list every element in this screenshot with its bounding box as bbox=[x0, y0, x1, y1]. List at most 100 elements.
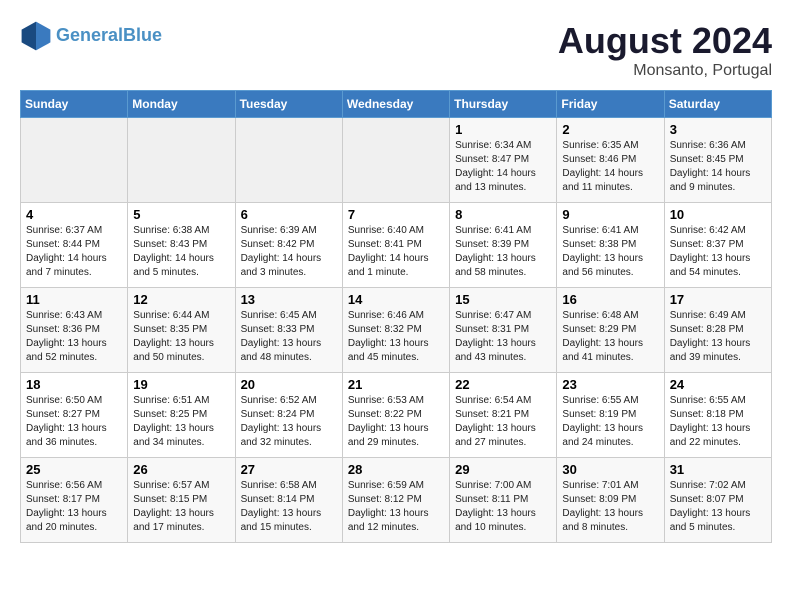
day-of-week-header: Monday bbox=[128, 91, 235, 118]
day-info: Sunrise: 6:41 AM Sunset: 8:39 PM Dayligh… bbox=[455, 224, 551, 280]
calendar-cell: 20 Sunrise: 6:52 AM Sunset: 8:24 PM Dayli… bbox=[235, 373, 342, 458]
day-number: 14 bbox=[348, 292, 444, 307]
day-number: 30 bbox=[562, 462, 658, 477]
day-info: Sunrise: 6:41 AM Sunset: 8:38 PM Dayligh… bbox=[562, 224, 658, 280]
day-info: Sunrise: 6:34 AM Sunset: 8:47 PM Dayligh… bbox=[455, 139, 551, 195]
calendar-cell: 24 Sunrise: 6:55 AM Sunset: 8:18 PM Dayli… bbox=[664, 373, 771, 458]
calendar-cell: 14 Sunrise: 6:46 AM Sunset: 8:32 PM Dayli… bbox=[342, 288, 449, 373]
calendar-cell: 17 Sunrise: 6:49 AM Sunset: 8:28 PM Dayli… bbox=[664, 288, 771, 373]
day-info: Sunrise: 6:42 AM Sunset: 8:37 PM Dayligh… bbox=[670, 224, 766, 280]
day-number: 2 bbox=[562, 122, 658, 137]
day-info: Sunrise: 6:36 AM Sunset: 8:45 PM Dayligh… bbox=[670, 139, 766, 195]
day-of-week-header: Sunday bbox=[21, 91, 128, 118]
day-number: 20 bbox=[241, 377, 337, 392]
day-number: 17 bbox=[670, 292, 766, 307]
day-number: 18 bbox=[26, 377, 122, 392]
day-of-week-header: Friday bbox=[557, 91, 664, 118]
calendar-cell: 25 Sunrise: 6:56 AM Sunset: 8:17 PM Dayli… bbox=[21, 458, 128, 543]
day-info: Sunrise: 7:02 AM Sunset: 8:07 PM Dayligh… bbox=[670, 479, 766, 535]
day-info: Sunrise: 6:56 AM Sunset: 8:17 PM Dayligh… bbox=[26, 479, 122, 535]
calendar-week-row: 25 Sunrise: 6:56 AM Sunset: 8:17 PM Dayli… bbox=[21, 458, 772, 543]
day-info: Sunrise: 7:01 AM Sunset: 8:09 PM Dayligh… bbox=[562, 479, 658, 535]
calendar-cell: 1Sunrise: 6:34 AM Sunset: 8:47 PM Daylig… bbox=[450, 118, 557, 203]
title-block: August 2024 Monsanto, Portugal bbox=[558, 20, 772, 80]
day-info: Sunrise: 6:59 AM Sunset: 8:12 PM Dayligh… bbox=[348, 479, 444, 535]
day-info: Sunrise: 6:43 AM Sunset: 8:36 PM Dayligh… bbox=[26, 309, 122, 365]
day-number: 5 bbox=[133, 207, 229, 222]
day-number: 11 bbox=[26, 292, 122, 307]
day-number: 4 bbox=[26, 207, 122, 222]
day-info: Sunrise: 6:55 AM Sunset: 8:19 PM Dayligh… bbox=[562, 394, 658, 450]
day-info: Sunrise: 6:54 AM Sunset: 8:21 PM Dayligh… bbox=[455, 394, 551, 450]
day-info: Sunrise: 6:48 AM Sunset: 8:29 PM Dayligh… bbox=[562, 309, 658, 365]
day-info: Sunrise: 6:52 AM Sunset: 8:24 PM Dayligh… bbox=[241, 394, 337, 450]
day-number: 13 bbox=[241, 292, 337, 307]
calendar-cell bbox=[235, 118, 342, 203]
logo: GeneralBlue bbox=[20, 20, 162, 52]
day-number: 31 bbox=[670, 462, 766, 477]
calendar-cell: 27 Sunrise: 6:58 AM Sunset: 8:14 PM Dayli… bbox=[235, 458, 342, 543]
day-number: 10 bbox=[670, 207, 766, 222]
day-info: Sunrise: 6:47 AM Sunset: 8:31 PM Dayligh… bbox=[455, 309, 551, 365]
calendar-cell: 10 Sunrise: 6:42 AM Sunset: 8:37 PM Dayli… bbox=[664, 203, 771, 288]
calendar-cell bbox=[128, 118, 235, 203]
day-info: Sunrise: 6:35 AM Sunset: 8:46 PM Dayligh… bbox=[562, 139, 658, 195]
calendar-cell: 26 Sunrise: 6:57 AM Sunset: 8:15 PM Dayli… bbox=[128, 458, 235, 543]
day-number: 23 bbox=[562, 377, 658, 392]
calendar-week-row: 18Sunrise: 6:50 AM Sunset: 8:27 PM Dayli… bbox=[21, 373, 772, 458]
calendar-cell: 18Sunrise: 6:50 AM Sunset: 8:27 PM Dayli… bbox=[21, 373, 128, 458]
calendar-cell: 11 Sunrise: 6:43 AM Sunset: 8:36 PM Dayli… bbox=[21, 288, 128, 373]
day-number: 19 bbox=[133, 377, 229, 392]
calendar-cell: 28 Sunrise: 6:59 AM Sunset: 8:12 PM Dayli… bbox=[342, 458, 449, 543]
calendar-week-row: 11 Sunrise: 6:43 AM Sunset: 8:36 PM Dayli… bbox=[21, 288, 772, 373]
calendar-cell: 19Sunrise: 6:51 AM Sunset: 8:25 PM Dayli… bbox=[128, 373, 235, 458]
day-number: 6 bbox=[241, 207, 337, 222]
calendar-cell: 5 Sunrise: 6:38 AM Sunset: 8:43 PM Daylig… bbox=[128, 203, 235, 288]
day-number: 27 bbox=[241, 462, 337, 477]
day-of-week-header: Thursday bbox=[450, 91, 557, 118]
calendar-cell: 4 Sunrise: 6:37 AM Sunset: 8:44 PM Daylig… bbox=[21, 203, 128, 288]
day-number: 8 bbox=[455, 207, 551, 222]
logo-text: GeneralBlue bbox=[56, 26, 162, 46]
day-info: Sunrise: 6:38 AM Sunset: 8:43 PM Dayligh… bbox=[133, 224, 229, 280]
calendar-cell: 6 Sunrise: 6:39 AM Sunset: 8:42 PM Daylig… bbox=[235, 203, 342, 288]
day-info: Sunrise: 6:39 AM Sunset: 8:42 PM Dayligh… bbox=[241, 224, 337, 280]
day-number: 24 bbox=[670, 377, 766, 392]
day-number: 22 bbox=[455, 377, 551, 392]
day-number: 3 bbox=[670, 122, 766, 137]
calendar-cell: 29Sunrise: 7:00 AM Sunset: 8:11 PM Dayli… bbox=[450, 458, 557, 543]
day-number: 26 bbox=[133, 462, 229, 477]
day-number: 28 bbox=[348, 462, 444, 477]
day-info: Sunrise: 6:46 AM Sunset: 8:32 PM Dayligh… bbox=[348, 309, 444, 365]
calendar-cell bbox=[342, 118, 449, 203]
calendar-cell: 22 Sunrise: 6:54 AM Sunset: 8:21 PM Dayli… bbox=[450, 373, 557, 458]
calendar-cell: 9 Sunrise: 6:41 AM Sunset: 8:38 PM Daylig… bbox=[557, 203, 664, 288]
calendar-week-row: 1Sunrise: 6:34 AM Sunset: 8:47 PM Daylig… bbox=[21, 118, 772, 203]
day-info: Sunrise: 6:44 AM Sunset: 8:35 PM Dayligh… bbox=[133, 309, 229, 365]
calendar-week-row: 4 Sunrise: 6:37 AM Sunset: 8:44 PM Daylig… bbox=[21, 203, 772, 288]
day-info: Sunrise: 6:37 AM Sunset: 8:44 PM Dayligh… bbox=[26, 224, 122, 280]
day-number: 25 bbox=[26, 462, 122, 477]
day-number: 12 bbox=[133, 292, 229, 307]
day-number: 7 bbox=[348, 207, 444, 222]
calendar-cell: 2 Sunrise: 6:35 AM Sunset: 8:46 PM Daylig… bbox=[557, 118, 664, 203]
page-header: GeneralBlue August 2024 Monsanto, Portug… bbox=[20, 20, 772, 80]
calendar-table: SundayMondayTuesdayWednesdayThursdayFrid… bbox=[20, 90, 772, 543]
calendar-cell bbox=[21, 118, 128, 203]
day-info: Sunrise: 7:00 AM Sunset: 8:11 PM Dayligh… bbox=[455, 479, 551, 535]
day-number: 21 bbox=[348, 377, 444, 392]
day-number: 9 bbox=[562, 207, 658, 222]
day-number: 15 bbox=[455, 292, 551, 307]
calendar-cell: 12 Sunrise: 6:44 AM Sunset: 8:35 PM Dayli… bbox=[128, 288, 235, 373]
calendar-cell: 16Sunrise: 6:48 AM Sunset: 8:29 PM Dayli… bbox=[557, 288, 664, 373]
calendar-cell: 31 Sunrise: 7:02 AM Sunset: 8:07 PM Dayli… bbox=[664, 458, 771, 543]
calendar-cell: 15 Sunrise: 6:47 AM Sunset: 8:31 PM Dayli… bbox=[450, 288, 557, 373]
day-info: Sunrise: 6:55 AM Sunset: 8:18 PM Dayligh… bbox=[670, 394, 766, 450]
day-info: Sunrise: 6:58 AM Sunset: 8:14 PM Dayligh… bbox=[241, 479, 337, 535]
day-info: Sunrise: 6:53 AM Sunset: 8:22 PM Dayligh… bbox=[348, 394, 444, 450]
main-title: August 2024 bbox=[558, 20, 772, 62]
subtitle: Monsanto, Portugal bbox=[558, 62, 772, 80]
day-info: Sunrise: 6:57 AM Sunset: 8:15 PM Dayligh… bbox=[133, 479, 229, 535]
logo-icon bbox=[20, 20, 52, 52]
day-info: Sunrise: 6:49 AM Sunset: 8:28 PM Dayligh… bbox=[670, 309, 766, 365]
